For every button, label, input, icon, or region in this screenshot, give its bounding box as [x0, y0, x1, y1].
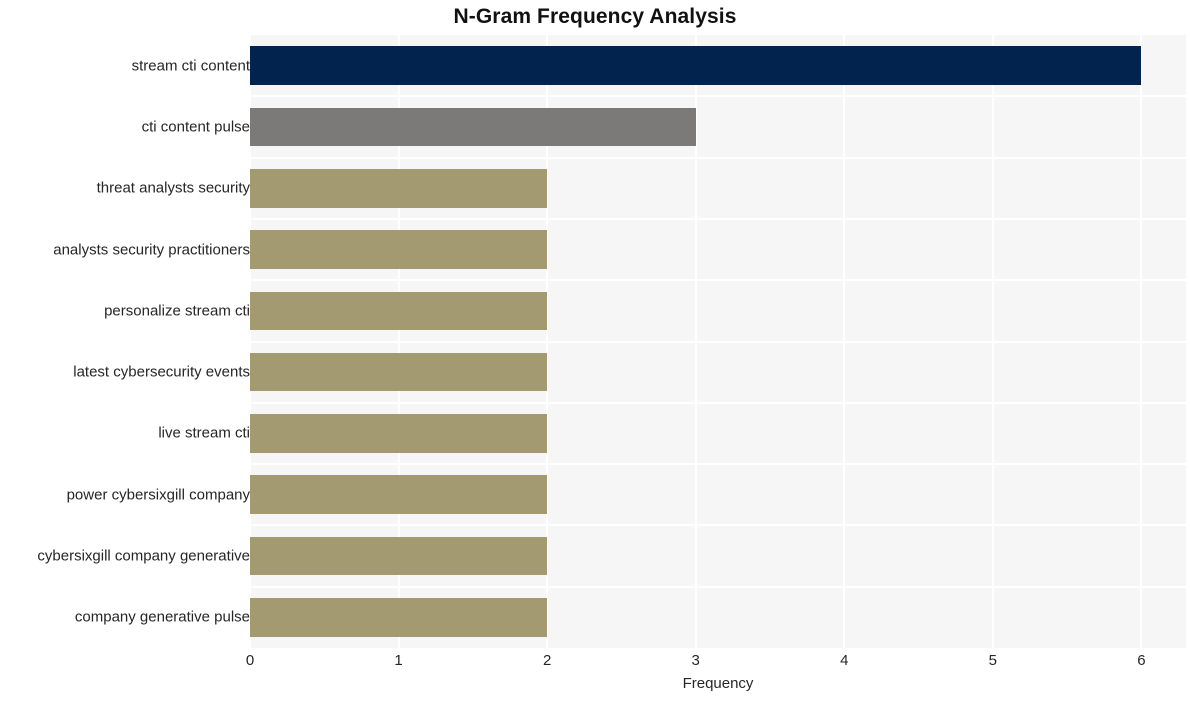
bar[interactable] [250, 598, 548, 637]
x-axis: Frequency 0 1 2 3 4 5 6 [246, 648, 1186, 701]
bar[interactable] [250, 414, 548, 453]
bar[interactable] [250, 46, 1142, 85]
bar[interactable] [250, 168, 548, 208]
plot-area [250, 35, 1186, 648]
y-axis-tick-label: personalize stream cti [104, 302, 250, 320]
x-axis-tick-label: 4 [840, 652, 849, 669]
x-axis-title: Frequency [682, 675, 754, 692]
y-axis: stream cti content cti content pulse threa… [0, 0, 250, 701]
horizontal-gridline [250, 217, 1186, 220]
y-axis-tick-label: threat analysts security [96, 179, 250, 197]
y-axis-tick-label: power cybersixgill company [66, 486, 250, 504]
y-axis-tick-label: analysts security practitioners [53, 241, 250, 259]
horizontal-gridline [250, 524, 1186, 527]
x-axis-tick-label: 0 [245, 652, 255, 669]
x-axis-tick-label: 2 [542, 652, 552, 669]
bar[interactable] [250, 475, 548, 515]
x-axis-tick-label: 3 [691, 652, 700, 669]
horizontal-gridline [250, 401, 1186, 404]
x-axis-tick-label: 1 [394, 652, 403, 669]
horizontal-gridline [250, 463, 1186, 466]
x-axis-tick-label: 6 [1137, 652, 1146, 669]
y-axis-tick-label: stream cti content [131, 57, 250, 75]
bar[interactable] [250, 107, 696, 147]
x-axis-tick-label: 5 [988, 652, 998, 669]
ngram-frequency-bar-chart: N-Gram Frequency Analysis stream cti con… [0, 0, 1190, 701]
bar[interactable] [250, 291, 548, 331]
bar[interactable] [250, 536, 548, 576]
y-axis-tick-label: live stream cti [158, 424, 250, 442]
y-axis-tick-label: cti content pulse [141, 118, 250, 136]
y-axis-tick-label: latest cybersecurity events [73, 363, 250, 381]
horizontal-gridline [250, 279, 1186, 282]
bar[interactable] [250, 352, 548, 392]
horizontal-gridline [250, 95, 1186, 98]
bar[interactable] [250, 230, 548, 269]
horizontal-gridline [250, 340, 1186, 343]
horizontal-gridline [250, 156, 1186, 159]
y-axis-tick-label: cybersixgill company generative [37, 547, 250, 565]
horizontal-gridline [250, 585, 1186, 588]
y-axis-tick-label: company generative pulse [74, 608, 250, 626]
